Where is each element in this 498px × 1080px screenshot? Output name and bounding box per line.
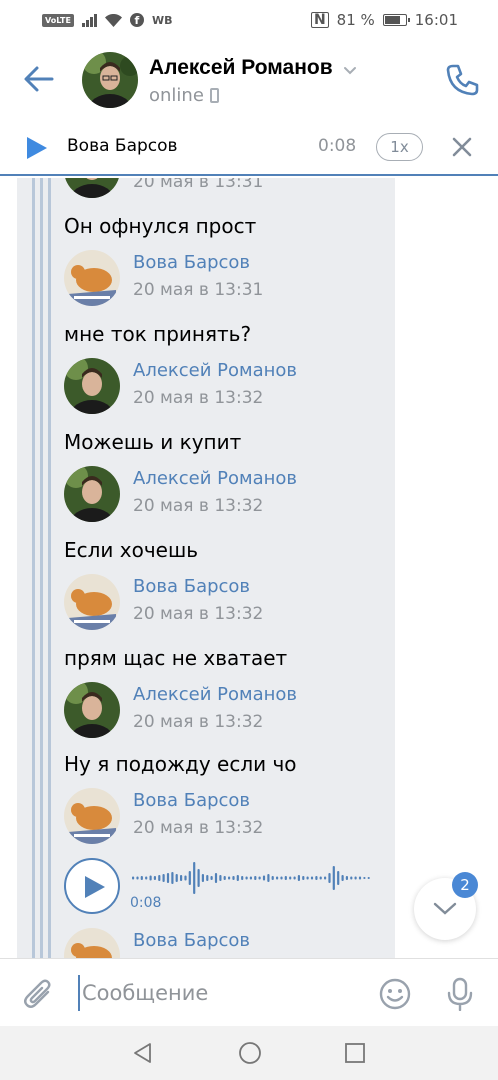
system-nav-bar (0, 1026, 498, 1080)
player-time: 0:08 (318, 136, 357, 156)
message-date: 20 мая в 13:32 (133, 388, 264, 408)
avatar-photo (64, 250, 120, 306)
avatar[interactable] (64, 682, 120, 738)
message-sender[interactable]: Вова Барсов (133, 930, 250, 951)
message-sender[interactable]: Алексей Романов (133, 468, 297, 489)
message-sender[interactable]: Вова Барсов (133, 576, 250, 597)
nfc-icon: N (310, 12, 329, 28)
avatar[interactable] (64, 788, 120, 844)
message-sender[interactable]: Алексей Романов (133, 360, 297, 381)
nav-recents-icon[interactable] (344, 1042, 366, 1064)
message-date: 20 мая в 13:32 (133, 496, 264, 516)
clock: 16:01 (414, 11, 458, 29)
message-list[interactable]: 20 мая в 13:31 Он офнулся прост Вова Бар… (0, 178, 498, 958)
phone-call-icon[interactable] (444, 62, 480, 98)
avatar-photo (64, 682, 120, 738)
volte-icon: VoLTE (42, 13, 74, 27)
message-text: Ну я подожду если чо (64, 752, 297, 776)
status-bar: VoLTE f WB N 81 % 16:01 (0, 0, 498, 40)
message-text: Если хочешь (64, 538, 199, 562)
mobile-icon (209, 88, 219, 103)
voice-play-button[interactable] (64, 858, 120, 914)
message-text: Можешь и купит (64, 430, 242, 454)
avatar[interactable] (64, 250, 120, 306)
message-date: 20 мая в 13:31 (133, 280, 264, 300)
status-bar-left: VoLTE f WB (42, 13, 172, 27)
battery-fill (384, 16, 400, 24)
online-status-text: online (149, 85, 204, 106)
message-date: 20 мая в 13:32 (133, 818, 264, 838)
message-sender[interactable]: Алексей Романов (133, 684, 297, 705)
message-date: 20 мая в 13:32 (133, 604, 264, 624)
avatar-photo (64, 574, 120, 630)
close-icon[interactable] (450, 135, 474, 159)
message-text: мне ток принять? (64, 322, 252, 346)
unread-badge: 2 (452, 872, 478, 898)
avatar[interactable] (64, 574, 120, 630)
avatar-photo (64, 466, 120, 522)
wb-icon: WB (151, 13, 173, 27)
message-date: 20 мая в 13:32 (133, 712, 264, 732)
playback-speed-button[interactable]: 1x (376, 133, 423, 161)
play-icon (85, 876, 105, 898)
avatar-photo (64, 358, 120, 414)
voice-duration: 0:08 (130, 895, 162, 911)
signal-icon (81, 13, 97, 27)
back-arrow-icon[interactable] (22, 62, 56, 96)
nav-home-icon[interactable] (238, 1041, 262, 1065)
paperclip-icon[interactable] (22, 977, 54, 1011)
avatar-photo (82, 52, 138, 108)
online-status: online (149, 85, 219, 106)
message-sender[interactable]: Вова Барсов (133, 790, 250, 811)
chevron-down-icon (433, 902, 457, 915)
chat-title[interactable]: Алексей Романов (149, 56, 333, 80)
facebook-icon: f (129, 13, 144, 27)
message-text: Он офнулся прост (64, 214, 257, 238)
avatar[interactable] (64, 358, 120, 414)
battery-icon (382, 14, 410, 26)
play-icon[interactable] (26, 136, 48, 160)
message-sender[interactable]: Вова Барсов (133, 252, 250, 273)
microphone-icon[interactable] (446, 977, 474, 1011)
chevron-down-icon[interactable] (342, 62, 358, 78)
voice-message: 0:08 (64, 858, 374, 918)
message-composer (0, 958, 498, 1026)
message-text: прям щас не хватает (64, 646, 288, 670)
wifi-icon (104, 13, 122, 27)
nav-back-icon[interactable] (131, 1041, 155, 1065)
avatar-photo (64, 788, 120, 844)
chat-header: Алексей Романов online (0, 40, 498, 120)
status-bar-right: N 81 % 16:01 (310, 11, 458, 29)
audio-player-bar: Вова Барсов 0:08 1x (0, 120, 498, 176)
forward-indicator-line (32, 178, 35, 958)
message-date: 20 мая в 13:31 (133, 178, 264, 192)
player-track-title: Вова Барсов (67, 136, 178, 156)
smile-icon[interactable] (379, 978, 411, 1010)
avatar[interactable] (64, 466, 120, 522)
message-input[interactable] (78, 975, 358, 1011)
battery-percent: 81 % (336, 11, 375, 29)
avatar[interactable] (82, 52, 138, 108)
forward-indicator-line (48, 178, 51, 958)
voice-waveform[interactable] (132, 860, 372, 896)
forward-indicator-line (40, 178, 43, 958)
